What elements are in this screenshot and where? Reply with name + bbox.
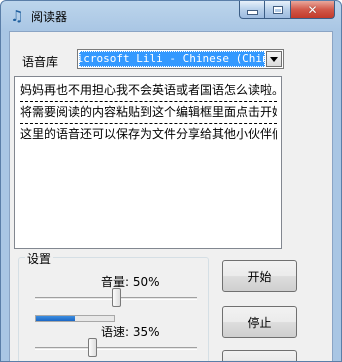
minimize-button[interactable]	[239, 1, 265, 19]
voice-label: 语音库	[22, 55, 59, 69]
volume-level-fill	[36, 316, 75, 321]
speed-slider[interactable]	[35, 338, 197, 361]
text-line: 将需要阅读的内容粘贴到这个编辑框里面点击开始	[20, 102, 277, 124]
close-button[interactable]: ✕	[291, 1, 335, 19]
voice-selected-value: Microsoft Lili - Chinese (China)	[79, 51, 265, 67]
settings-group-title: 设置	[25, 250, 54, 267]
voice-select[interactable]: Microsoft Lili - Chinese (China)	[77, 49, 284, 69]
app-window: ♫ 阅读器 ✕ 语音库 Microsoft Lili - Chinese (Ch…	[0, 0, 342, 362]
window-title: 阅读器	[31, 10, 68, 24]
volume-slider-thumb[interactable]	[112, 288, 121, 307]
minimize-icon	[246, 10, 258, 15]
speed-slider-track	[35, 347, 197, 350]
title-bar[interactable]: ♫ 阅读器 ✕	[1, 1, 341, 31]
text-line: 妈妈再也不用担心我不会英语或者国语怎么读啦。	[20, 80, 277, 102]
text-input-area[interactable]: 妈妈再也不用担心我不会英语或者国语怎么读啦。 将需要阅读的内容粘贴到这个编辑框里…	[14, 76, 282, 249]
settings-group: 设置 音量: 50% 语速: 35%	[18, 250, 209, 361]
voice-dropdown-button[interactable]	[266, 51, 282, 67]
client-area: 语音库 Microsoft Lili - Chinese (China) 妈妈再…	[9, 31, 333, 361]
volume-slider[interactable]	[35, 288, 197, 312]
stop-button[interactable]: 停止	[222, 306, 297, 338]
speed-slider-thumb[interactable]	[88, 338, 97, 357]
volume-level-bar	[35, 315, 115, 322]
music-note-icon: ♫	[10, 7, 24, 25]
close-icon: ✕	[307, 2, 318, 17]
maximize-button[interactable]	[265, 1, 291, 19]
maximize-icon	[272, 5, 283, 14]
chevron-down-icon	[270, 56, 278, 62]
third-button[interactable]	[222, 350, 297, 361]
start-button[interactable]: 开始	[222, 260, 297, 292]
caption-buttons: ✕	[239, 1, 335, 20]
text-line: 这里的语音还可以保存为文件分享给其他小伙伴们	[20, 127, 277, 141]
